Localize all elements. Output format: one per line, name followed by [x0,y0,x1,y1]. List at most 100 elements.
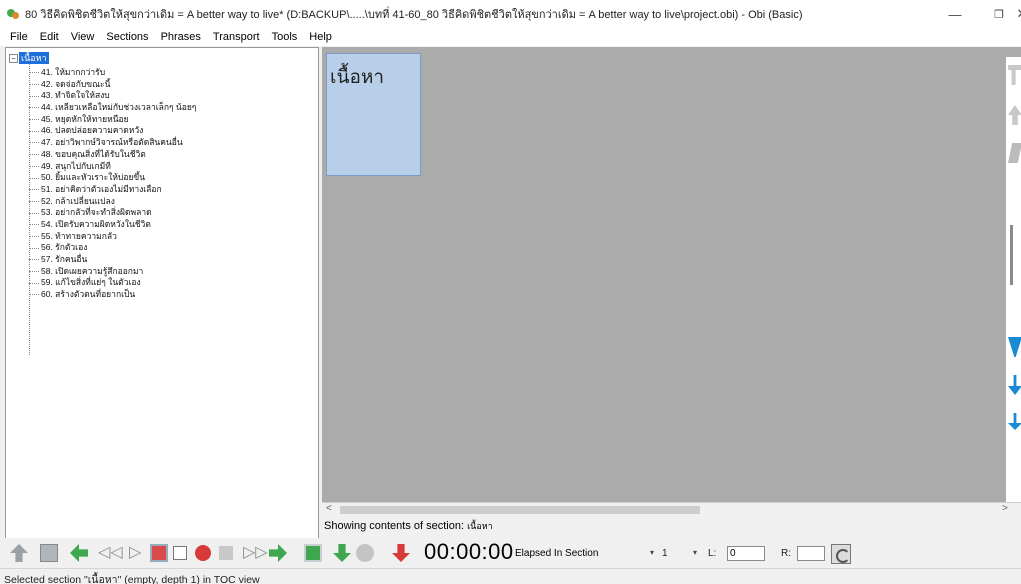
toc-item[interactable]: 46. ปลดปล่อยความคาดหวัง [29,125,196,137]
stop-icon[interactable] [173,546,187,560]
r-label: R: [781,548,791,559]
toc-item[interactable]: 50. ยิ้มและหัวเราะให้บ่อยขึ้น [29,172,196,184]
contents-caption: Showing contents of section: เนื้อหา [324,519,493,533]
menu-help[interactable]: Help [303,31,338,43]
toc-item[interactable]: 53. อย่ากลัวที่จะทำสิ่งผิดพลาด [29,207,196,219]
toc-item[interactable]: 54. เปิดรับความผิดหวังในชีวิต [29,219,196,231]
toc-item-label: 51. อย่าคิดว่าตัวเองไม่มีทางเลือก [41,183,162,194]
toc-item[interactable]: 55. ท้าทายความกลัว [29,231,196,243]
toc-item[interactable]: 60. สร้างตัวตนที่อยากเป็น [29,289,196,301]
fast-forward-icon[interactable]: ▷▷ [243,544,268,562]
toc-item[interactable]: 48. ขอบคุณสิ่งที่ได้รับในชีวิต [29,149,196,161]
section-strip-label: เนื้อหา [330,67,385,88]
toc-root-label[interactable]: เนื้อหา [19,52,49,64]
up-arrow-icon[interactable] [1008,105,1021,125]
down-arrow-icon[interactable] [1008,375,1021,395]
l-label: L: [708,548,717,559]
toc-item[interactable]: 56. รักตัวเอง [29,242,196,254]
close-icon[interactable]: ✕ [1012,0,1021,28]
toc-item-label: 50. ยิ้มและหัวเราะให้บ่อยขึ้น [41,172,146,183]
time-mode-select[interactable]: Elapsed In Section [515,548,598,559]
info-icon[interactable] [356,544,374,562]
record-mark-icon[interactable] [150,544,168,562]
window-title: 80 วิธีคิดพิชิตชีวิตให้สุขกว่าเดิม = A b… [25,9,803,21]
toc-item[interactable]: 57. รักคนอื่น [29,254,196,266]
toc-item-label: 47. อย่าวิพากษ์วิจารณ์หรือตัดสินคนอื่น [41,137,183,148]
scroll-left-icon[interactable]: < [326,503,332,514]
l-field[interactable]: 0 [727,546,765,561]
toc-item[interactable]: 41. ให้มากกว่ารับ [29,67,196,79]
rewind-icon[interactable]: ◁◁ [98,544,123,562]
toc-item-label: 52. กล้าเปลี่ยนแปลง [41,195,115,206]
toc-item[interactable]: 42. จดจ่อกับขณะนี้ [29,79,196,91]
previous-section-icon[interactable] [70,544,88,562]
toc-item[interactable]: 52. กล้าเปลี่ยนแปลง [29,196,196,208]
contents-caption-prefix: Showing contents of section: [324,520,465,532]
toc-item[interactable]: 49. สนุกไปกับเกมีที [29,161,196,173]
menu-edit[interactable]: Edit [34,31,65,43]
minimize-icon[interactable]: — [933,0,977,28]
toc-item-label: 43. ทำจิตใจให้สงบ [41,90,110,101]
menu-bar: File Edit View Sections Phrases Transpor… [0,28,1021,46]
menu-file[interactable]: File [4,31,34,43]
toc-item-label: 49. สนุกไปกับเกมีที [41,160,111,171]
phrase-grid-icon[interactable] [40,544,58,562]
toc-item-label: 46. ปลดปล่อยความคาดหวัง [41,125,144,136]
horizontal-scrollbar[interactable]: < > [322,502,1021,516]
toc-item-label: 48. ขอบคุณสิ่งที่ได้รับในชีวิต [41,148,146,159]
level-select[interactable]: 1 [662,548,668,559]
toc-item-label: 60. สร้างตัวตนที่อยากเป็น [41,289,136,300]
play-icon[interactable]: ▷ [129,544,147,562]
toc-item-label: 53. อย่ากลัวที่จะทำสิ่งผิดพลาด [41,207,152,218]
transport-toolbar: ◁◁ ▷ ▷▷ 00:00:00 Elapsed In Section ▾ 1 … [0,538,1021,568]
toc-item[interactable]: 58. เปิดเผยความรู้สึกออกมา [29,266,196,278]
add-section-icon[interactable] [304,544,322,562]
contents-caption-section: เนื้อหา [467,521,493,531]
toc-item-label: 45. หยุดหักให้ทายหนือย [41,113,129,124]
split-icon[interactable] [1008,65,1021,85]
menu-phrases[interactable]: Phrases [155,31,207,43]
toc-item-label: 42. จดจ่อกับขณะนี้ [41,78,111,89]
content-view[interactable]: เนื้อหา [322,47,1021,502]
toc-item[interactable]: 45. หยุดหักให้ทายหนือย [29,114,196,126]
side-toolbar [1006,57,1021,502]
toc-item-label: 41. ให้มากกว่ารับ [41,67,106,77]
menu-view[interactable]: View [65,31,101,43]
toc-item[interactable]: 51. อย่าคิดว่าตัวเองไม่มีทางเลือก [29,184,196,196]
scroll-thumb[interactable] [340,506,700,514]
navigate-up-icon[interactable] [10,544,28,562]
menu-sections[interactable]: Sections [100,31,154,43]
record-icon[interactable] [195,545,211,561]
zoom-slider[interactable] [1010,225,1013,285]
toc-panel[interactable]: − เนื้อหา 41. ให้มากกว่ารับ 42. จดจ่อกับ… [5,47,319,542]
next-section-icon[interactable] [269,544,287,562]
menu-tools[interactable]: Tools [266,31,304,43]
toc-item[interactable]: 59. แก้ไขสิ่งที่แย่ๆ ในตัวเอง [29,277,196,289]
toc-item-label: 57. รักคนอื่น [41,254,88,264]
chevron-down-icon[interactable]: ▾ [693,548,697,557]
reload-icon[interactable] [831,544,851,564]
toc-item-label: 59. แก้ไขสิ่งที่แย่ๆ ในตัวเอง [41,277,141,288]
toc-root[interactable]: − เนื้อหา [9,52,49,64]
menu-transport[interactable]: Transport [207,31,266,43]
toc-item[interactable]: 43. ทำจิตใจให้สงบ [29,90,196,102]
status-bar: Selected section "เนื้อหา" (empty, depth… [0,568,1021,584]
section-strip[interactable]: เนื้อหา [326,53,421,176]
italic-icon[interactable] [1008,143,1021,163]
download-icon[interactable] [1008,413,1021,430]
toc-item[interactable]: 44. เหลียวเหลือใหม่กับช่วงเวลาเล็กๆ น้อย… [29,102,196,114]
collapse-icon[interactable]: − [9,53,18,63]
toc-item-label: 44. เหลียวเหลือใหม่กับช่วงเวลาเล็กๆ น้อย… [41,102,197,113]
r-field[interactable] [797,546,825,561]
down-wedge-icon[interactable] [1008,337,1021,357]
toc-item-label: 55. ท้าทายความกลัว [41,230,117,241]
toc-item-label: 54. เปิดรับความผิดหวังในชีวิต [41,218,151,229]
scroll-right-icon[interactable]: > [1002,503,1008,514]
title-bar: 80 วิธีคิดพิชิตชีวิตให้สุขกว่าเดิม = A b… [0,0,1021,28]
split-phrase-icon[interactable] [392,544,410,562]
toc-item[interactable]: 47. อย่าวิพากษ์วิจารณ์หรือตัดสินคนอื่น [29,137,196,149]
toc-item-label: 58. เปิดเผยความรู้สึกออกมา [41,265,144,276]
chevron-down-icon[interactable]: ▾ [650,548,654,557]
pause-icon[interactable] [219,546,233,560]
insert-down-icon[interactable] [333,544,351,562]
